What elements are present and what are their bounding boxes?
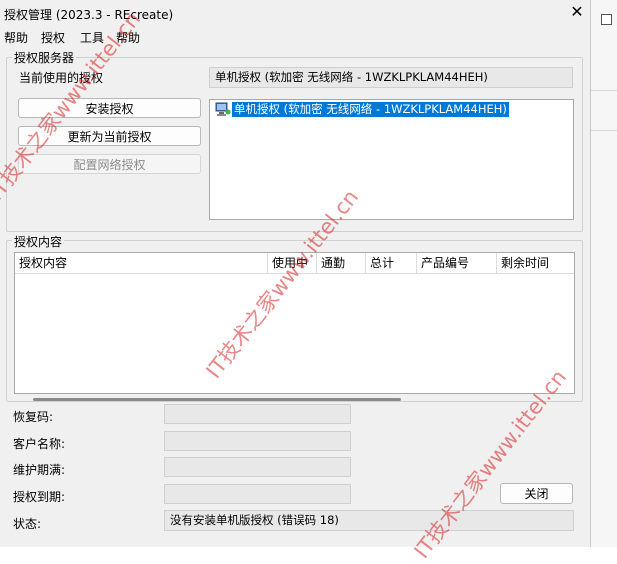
column-header-remaining-time[interactable]: 剩余时间 — [497, 253, 574, 273]
license-expiry-label: 授权到期: — [13, 490, 66, 504]
close-icon[interactable]: ✕ — [568, 2, 586, 22]
column-header-product-id[interactable]: 产品编号 — [417, 253, 497, 273]
status-field: 没有安装单机版授权 (错误码 18) — [164, 510, 574, 531]
header-divider — [15, 273, 574, 274]
menu-bar: 帮助 授权 工具 帮助 — [0, 28, 590, 46]
license-manager-window: 授权管理 (2023.3 - REcreate) ✕ 帮助 授权 工具 帮助 授… — [0, 0, 591, 547]
menu-help-2[interactable]: 帮助 — [116, 29, 140, 46]
license-server-group-title: 授权服务器 — [12, 49, 77, 66]
customer-name-field — [164, 431, 351, 451]
customer-name-label: 客户名称: — [13, 437, 66, 451]
license-content-table[interactable]: 授权内容 使用中 通勤 总计 产品编号 剩余时间 — [14, 252, 575, 401]
title-bar: 授权管理 (2023.3 - REcreate) ✕ — [0, 0, 590, 26]
close-button[interactable]: 关闭 — [500, 483, 573, 504]
divider — [591, 130, 617, 131]
background-window-edge — [591, 0, 617, 547]
menu-help[interactable]: 帮助 — [4, 29, 28, 46]
current-license-field: 单机授权 (软加密 无线网络 - 1WZKLPKLAM44HEH) — [209, 67, 573, 88]
maintenance-expiry-label: 维护期满: — [13, 463, 66, 477]
recovery-code-field — [164, 404, 351, 424]
checkbox-icon — [601, 14, 612, 25]
divider — [591, 90, 617, 91]
maintenance-expiry-field — [164, 457, 351, 477]
configure-network-license-button: 配置网络授权 — [18, 154, 201, 174]
recovery-code-label: 恢复码: — [13, 410, 54, 424]
update-current-license-button[interactable]: 更新为当前授权 — [18, 126, 201, 146]
license-computer-icon — [215, 102, 231, 117]
menu-tools[interactable]: 工具 — [80, 29, 104, 46]
license-content-group-title: 授权内容 — [12, 233, 65, 250]
menu-license[interactable]: 授权 — [41, 29, 65, 46]
license-expiry-field — [164, 484, 351, 504]
column-header-content[interactable]: 授权内容 — [15, 253, 268, 273]
list-item-label: 单机授权 (软加密 无线网络 - 1WZKLPKLAM44HEH) — [232, 102, 509, 117]
install-license-button[interactable]: 安装授权 — [18, 98, 201, 118]
column-header-total[interactable]: 总计 — [366, 253, 417, 273]
horizontal-scrollbar[interactable] — [33, 398, 401, 401]
window-title: 授权管理 (2023.3 - REcreate) — [4, 8, 174, 22]
current-license-label: 当前使用的授权 — [19, 71, 104, 85]
license-list[interactable]: 单机授权 (软加密 无线网络 - 1WZKLPKLAM44HEH) — [209, 99, 574, 220]
status-label: 状态: — [13, 517, 42, 531]
column-header-commute[interactable]: 通勤 — [317, 253, 366, 273]
column-header-in-use[interactable]: 使用中 — [268, 253, 317, 273]
